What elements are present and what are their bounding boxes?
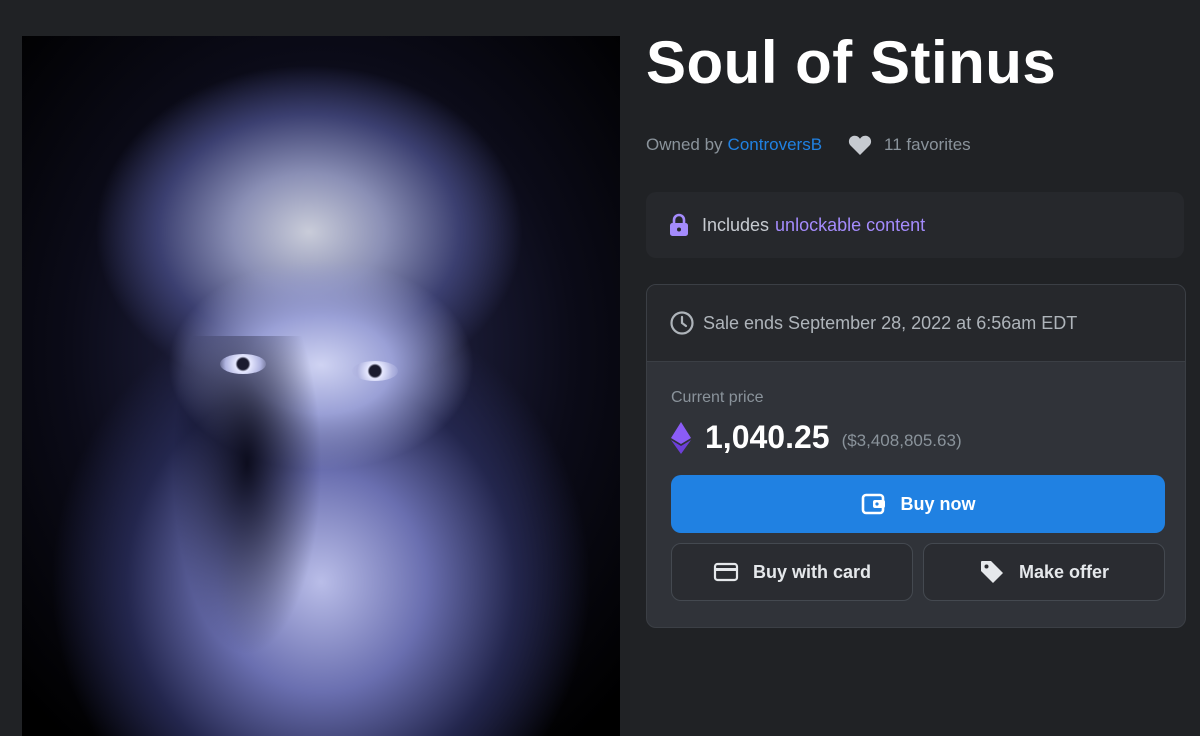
unlockable-content-link[interactable]: unlockable content [775, 215, 925, 236]
sale-end-text: Sale ends September 28, 2022 at 6:56am E… [703, 312, 1078, 333]
buy-now-button[interactable]: Buy now [671, 475, 1165, 533]
artwork-left-eye [220, 354, 266, 374]
buy-with-card-button[interactable]: Buy with card [671, 543, 913, 601]
clock-icon [670, 311, 694, 335]
owner-row: Owned by ControversB 11 favorites [646, 134, 971, 156]
unlockable-content-banner: Includes unlockable content [646, 192, 1184, 258]
heart-icon [848, 135, 872, 155]
price-row: 1,040.25 ($3,408,805.63) [671, 419, 962, 456]
item-title: Soul of Stinus [646, 29, 1057, 96]
tag-icon [980, 561, 1003, 583]
price-usd: ($3,408,805.63) [841, 430, 962, 450]
sale-panel: Sale ends September 28, 2022 at 6:56am E… [646, 284, 1186, 628]
owned-by-label: Owned by [646, 135, 723, 154]
current-price-label: Current price [671, 389, 764, 406]
buy-now-label: Buy now [900, 493, 976, 514]
price-amount: 1,040.25 [705, 419, 830, 455]
unlockable-prefix: Includes [702, 214, 770, 235]
artwork-right-eye [352, 361, 398, 381]
favorites-button[interactable]: 11 favorites [848, 134, 971, 156]
lock-icon [670, 213, 688, 236]
favorites-count: 11 favorites [884, 135, 971, 154]
credit-card-icon [713, 562, 739, 582]
make-offer-button[interactable]: Make offer [923, 543, 1165, 601]
ethereum-icon [671, 421, 691, 454]
wallet-icon [861, 493, 885, 515]
owner-link[interactable]: ControversB [728, 135, 822, 155]
nft-artwork-image[interactable] [22, 36, 620, 736]
make-offer-label: Make offer [1018, 561, 1110, 582]
sale-end-row: Sale ends September 28, 2022 at 6:56am E… [647, 285, 1185, 362]
buy-with-card-label: Buy with card [752, 561, 872, 582]
artwork-shadow [172, 336, 322, 656]
